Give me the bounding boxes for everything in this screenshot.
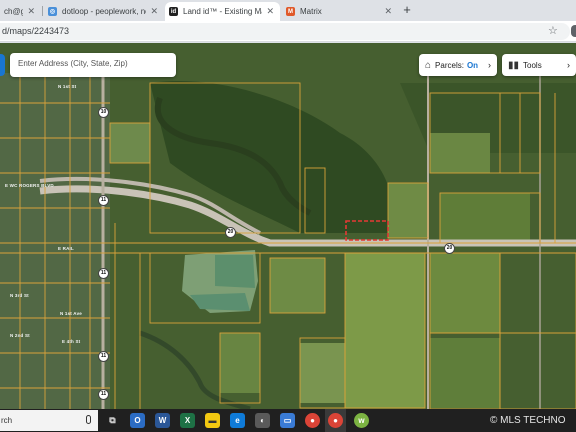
route-shield: 11 — [98, 268, 109, 279]
tab-title: Matrix — [300, 7, 322, 16]
field — [220, 333, 260, 393]
profile-avatar[interactable] — [571, 25, 576, 37]
watermark: © MLS TECHNO — [490, 415, 566, 426]
close-icon[interactable]: ✕ — [266, 6, 274, 17]
route-shield: 11 — [98, 351, 109, 362]
tab-email[interactable]: ch@gre ✕ — [0, 2, 41, 21]
field — [110, 123, 150, 163]
route-shield: 20 — [225, 227, 236, 238]
land-id-favicon-icon: id — [169, 7, 178, 16]
close-icon[interactable]: ✕ — [27, 6, 35, 17]
route-shield: 11 — [98, 195, 109, 206]
road-label: N 1st Ave — [60, 311, 82, 316]
new-tab-button[interactable]: + — [400, 3, 414, 17]
field — [388, 183, 428, 238]
tab-dotloop[interactable]: ◎ dotloop - peoplework, not pap ✕ — [44, 2, 164, 21]
road-label: N 3rd St — [10, 293, 29, 298]
tools-icon: ▮▮ — [508, 59, 520, 71]
taskbar-search-box[interactable]: rch — [0, 410, 98, 431]
tab-matrix[interactable]: M Matrix ✕ — [282, 2, 398, 21]
field — [440, 193, 530, 243]
word-icon[interactable]: W — [155, 413, 170, 428]
route-shield: 10 — [98, 107, 109, 118]
url-text: d/maps/2243473 — [2, 26, 70, 36]
monitor-icon[interactable]: ▭ — [280, 413, 295, 428]
parcels-label: Parcels: — [435, 60, 464, 70]
edge-icon[interactable]: e — [230, 413, 245, 428]
route-shield: 20 — [444, 243, 455, 254]
close-icon[interactable]: ✕ — [384, 6, 392, 17]
road-label: E 4th St — [62, 339, 81, 344]
field — [345, 253, 425, 408]
outlook-icon[interactable]: O — [130, 413, 145, 428]
tools-button[interactable]: ▮▮ Tools › — [502, 54, 576, 76]
field — [430, 253, 500, 333]
browser-toolbar: d/maps/2243473 ☆ — [0, 21, 576, 42]
field — [300, 343, 345, 403]
pond — [215, 255, 255, 288]
tab-title: ch@gre — [4, 7, 24, 16]
sidebar-toggle-button[interactable] — [0, 54, 5, 76]
close-icon[interactable]: ✕ — [150, 6, 158, 17]
taskbar-search-text: rch — [1, 416, 13, 425]
address-search-box — [10, 53, 176, 77]
map-imagery — [0, 43, 576, 409]
tab-strip: ch@gre ✕ ◎ dotloop - peoplework, not pap… — [0, 0, 576, 21]
excel-icon[interactable]: X — [180, 413, 195, 428]
dotloop-favicon-icon: ◎ — [48, 7, 57, 16]
app-w-icon[interactable]: w — [354, 413, 369, 428]
tab-title: dotloop - peoplework, not pap — [62, 7, 146, 16]
parcels-state: On — [466, 60, 479, 70]
tab-divider — [42, 6, 43, 16]
tab-land-id[interactable]: id Land id™ - Existing Map Edit ✕ — [165, 2, 280, 21]
road-label: N 1st St — [58, 84, 77, 89]
bookmark-star-icon[interactable]: ☆ — [548, 24, 558, 37]
field — [430, 338, 500, 408]
task-view-icon[interactable]: ⧉ — [105, 413, 120, 428]
chrome-icon[interactable]: ● — [305, 413, 320, 428]
road-label: E WC ROGERS BLVD — [5, 183, 54, 188]
route-shield: 11 — [98, 389, 109, 400]
microphone-icon[interactable] — [86, 415, 91, 424]
satellite-map[interactable]: ⌂ Parcels: On › ▮▮ Tools › N 1st St E WC… — [0, 43, 576, 409]
tools-label: Tools — [523, 60, 542, 70]
tab-title: Land id™ - Existing Map Edit — [183, 7, 262, 16]
address-search-input[interactable] — [18, 59, 168, 68]
field — [270, 258, 325, 313]
parcel-icon: ⌂ — [425, 59, 432, 71]
field — [430, 133, 490, 173]
app-icon[interactable]: ◐ — [255, 413, 270, 428]
chrome-icon[interactable]: ● — [328, 413, 343, 428]
file-explorer-icon[interactable]: ▬ — [205, 413, 220, 428]
town-area — [0, 73, 110, 409]
matrix-favicon-icon: M — [286, 7, 295, 16]
parcels-toggle-button[interactable]: ⌂ Parcels: On › — [419, 54, 497, 76]
address-bar[interactable]: d/maps/2243473 ☆ — [0, 23, 570, 40]
chevron-right-icon: › — [567, 60, 570, 70]
road-label: E RAIL — [58, 246, 74, 251]
chevron-right-icon: › — [488, 60, 491, 70]
road-label: N 2nd St — [10, 333, 30, 338]
